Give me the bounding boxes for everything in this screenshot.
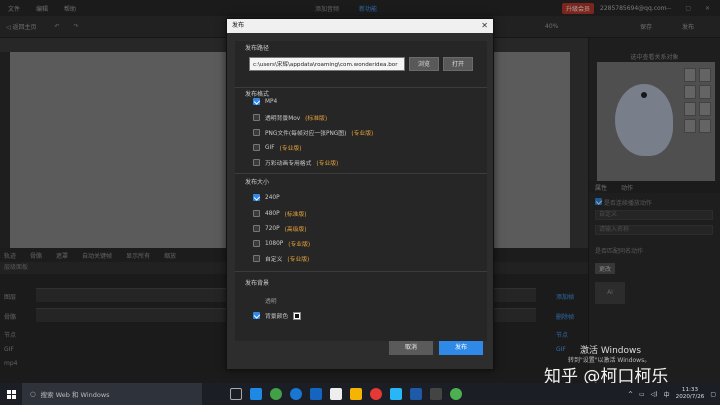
taskbar-search[interactable]: ○ 搜索 Web 和 Windows [22,383,202,405]
start-button[interactable] [0,383,22,405]
format-option-gif[interactable]: GIF (专业版) [253,143,301,152]
app-icon[interactable] [270,388,282,400]
separator [235,271,487,272]
network-icon[interactable]: ▭ [639,391,645,398]
bg-section: 发布背景 [235,278,487,287]
confirm-publish-button[interactable]: 发布 [439,341,483,355]
bg-option-transparent[interactable]: 透明 [265,296,277,305]
app-icon[interactable] [290,388,302,400]
clock[interactable]: 11:33 2020/7/26 [676,387,705,401]
publish-path-input[interactable]: c:\users\宋辉\appdata\roaming\com.wonderid… [249,57,405,71]
system-tray: ^ ▭ ◁) 中 11:33 2020/7/26 ▢ [628,383,716,405]
size-option-1080p[interactable]: 1080P (专业版) [253,239,310,248]
separator [235,173,487,174]
format-checkbox-png[interactable] [253,129,260,136]
clock-date: 2020/7/26 [675,394,705,400]
search-icon: ○ [30,390,36,398]
bg-color-swatch[interactable] [293,311,302,320]
dialog-titlebar: 发布 ✕ [227,19,493,33]
app-icon[interactable] [370,388,382,400]
close-icon[interactable]: ✕ [481,19,488,33]
format-section: 发布格式 [235,89,487,98]
taskbar-apps [230,388,462,400]
dialog-title: 发布 [232,22,245,29]
format-checkbox-proprietary[interactable] [253,159,260,166]
size-section: 发布大小 [235,177,487,186]
windows-logo-icon [6,389,16,399]
wechat-icon[interactable] [450,388,462,400]
notification-icon[interactable]: ▢ [710,391,716,398]
size-option-240p[interactable]: 240P [253,194,280,201]
format-option-png[interactable]: PNG文件(每帧对应一张PNG图) (专业版) [253,128,373,137]
format-section-title: 发布格式 [245,91,270,98]
taskbar-search-label: 搜索 Web 和 Windows [40,391,110,399]
anime-app-icon[interactable] [410,388,422,400]
bg-color-checkbox[interactable] [253,312,260,319]
volume-icon[interactable]: ◁) [651,391,658,398]
bg-option-color[interactable]: 背景颜色 [253,311,302,320]
chevron-up-icon[interactable]: ^ [628,391,633,398]
size-option-custom[interactable]: 自定义 (专业版) [253,254,309,263]
size-section-title: 发布大小 [245,179,270,186]
size-option-720p[interactable]: 720P (高级版) [253,224,306,233]
path-section-title: 发布路径 [245,45,270,52]
format-option-mov[interactable]: 透明背景Mov (标准版) [253,113,327,122]
format-checkbox-mov[interactable] [253,114,260,121]
explorer-icon[interactable] [350,388,362,400]
separator [235,87,487,88]
input-language[interactable]: 中 [664,390,670,399]
browse-button[interactable]: 浏览 [409,57,439,71]
taskbar: ○ 搜索 Web 和 Windows ^ ▭ ◁) 中 11:33 2020/7… [0,383,720,405]
format-checkbox-gif[interactable] [253,144,260,151]
app-icon[interactable] [250,388,262,400]
open-button[interactable]: 打开 [443,57,473,71]
size-checkbox-720p[interactable] [253,225,260,232]
size-option-480p[interactable]: 480P (标准版) [253,209,306,218]
task-view-icon[interactable] [230,388,242,400]
path-section: 发布路径 c:\users\宋辉\appdata\roaming\com.won… [235,41,487,71]
app-icon[interactable] [390,388,402,400]
size-checkbox-1080p[interactable] [253,240,260,247]
size-checkbox-custom[interactable] [253,255,260,262]
clock-time: 11:33 [681,387,699,393]
format-checkbox-mp4[interactable] [253,98,260,105]
format-option-mp4[interactable]: MP4 [253,98,277,105]
size-checkbox-240p[interactable] [253,194,260,201]
size-checkbox-480p[interactable] [253,210,260,217]
format-option-proprietary[interactable]: 万彩动画专用格式 (专业版) [253,158,338,167]
app-icon[interactable] [430,388,442,400]
store-icon[interactable] [330,388,342,400]
edge-icon[interactable] [310,388,322,400]
bg-section-title: 发布背景 [245,280,270,287]
cancel-button[interactable]: 取消 [389,341,433,355]
dialog-body: 发布路径 c:\users\宋辉\appdata\roaming\com.won… [235,41,487,341]
publish-dialog: 发布 ✕ 发布路径 c:\users\宋辉\appdata\roaming\co… [226,18,494,370]
